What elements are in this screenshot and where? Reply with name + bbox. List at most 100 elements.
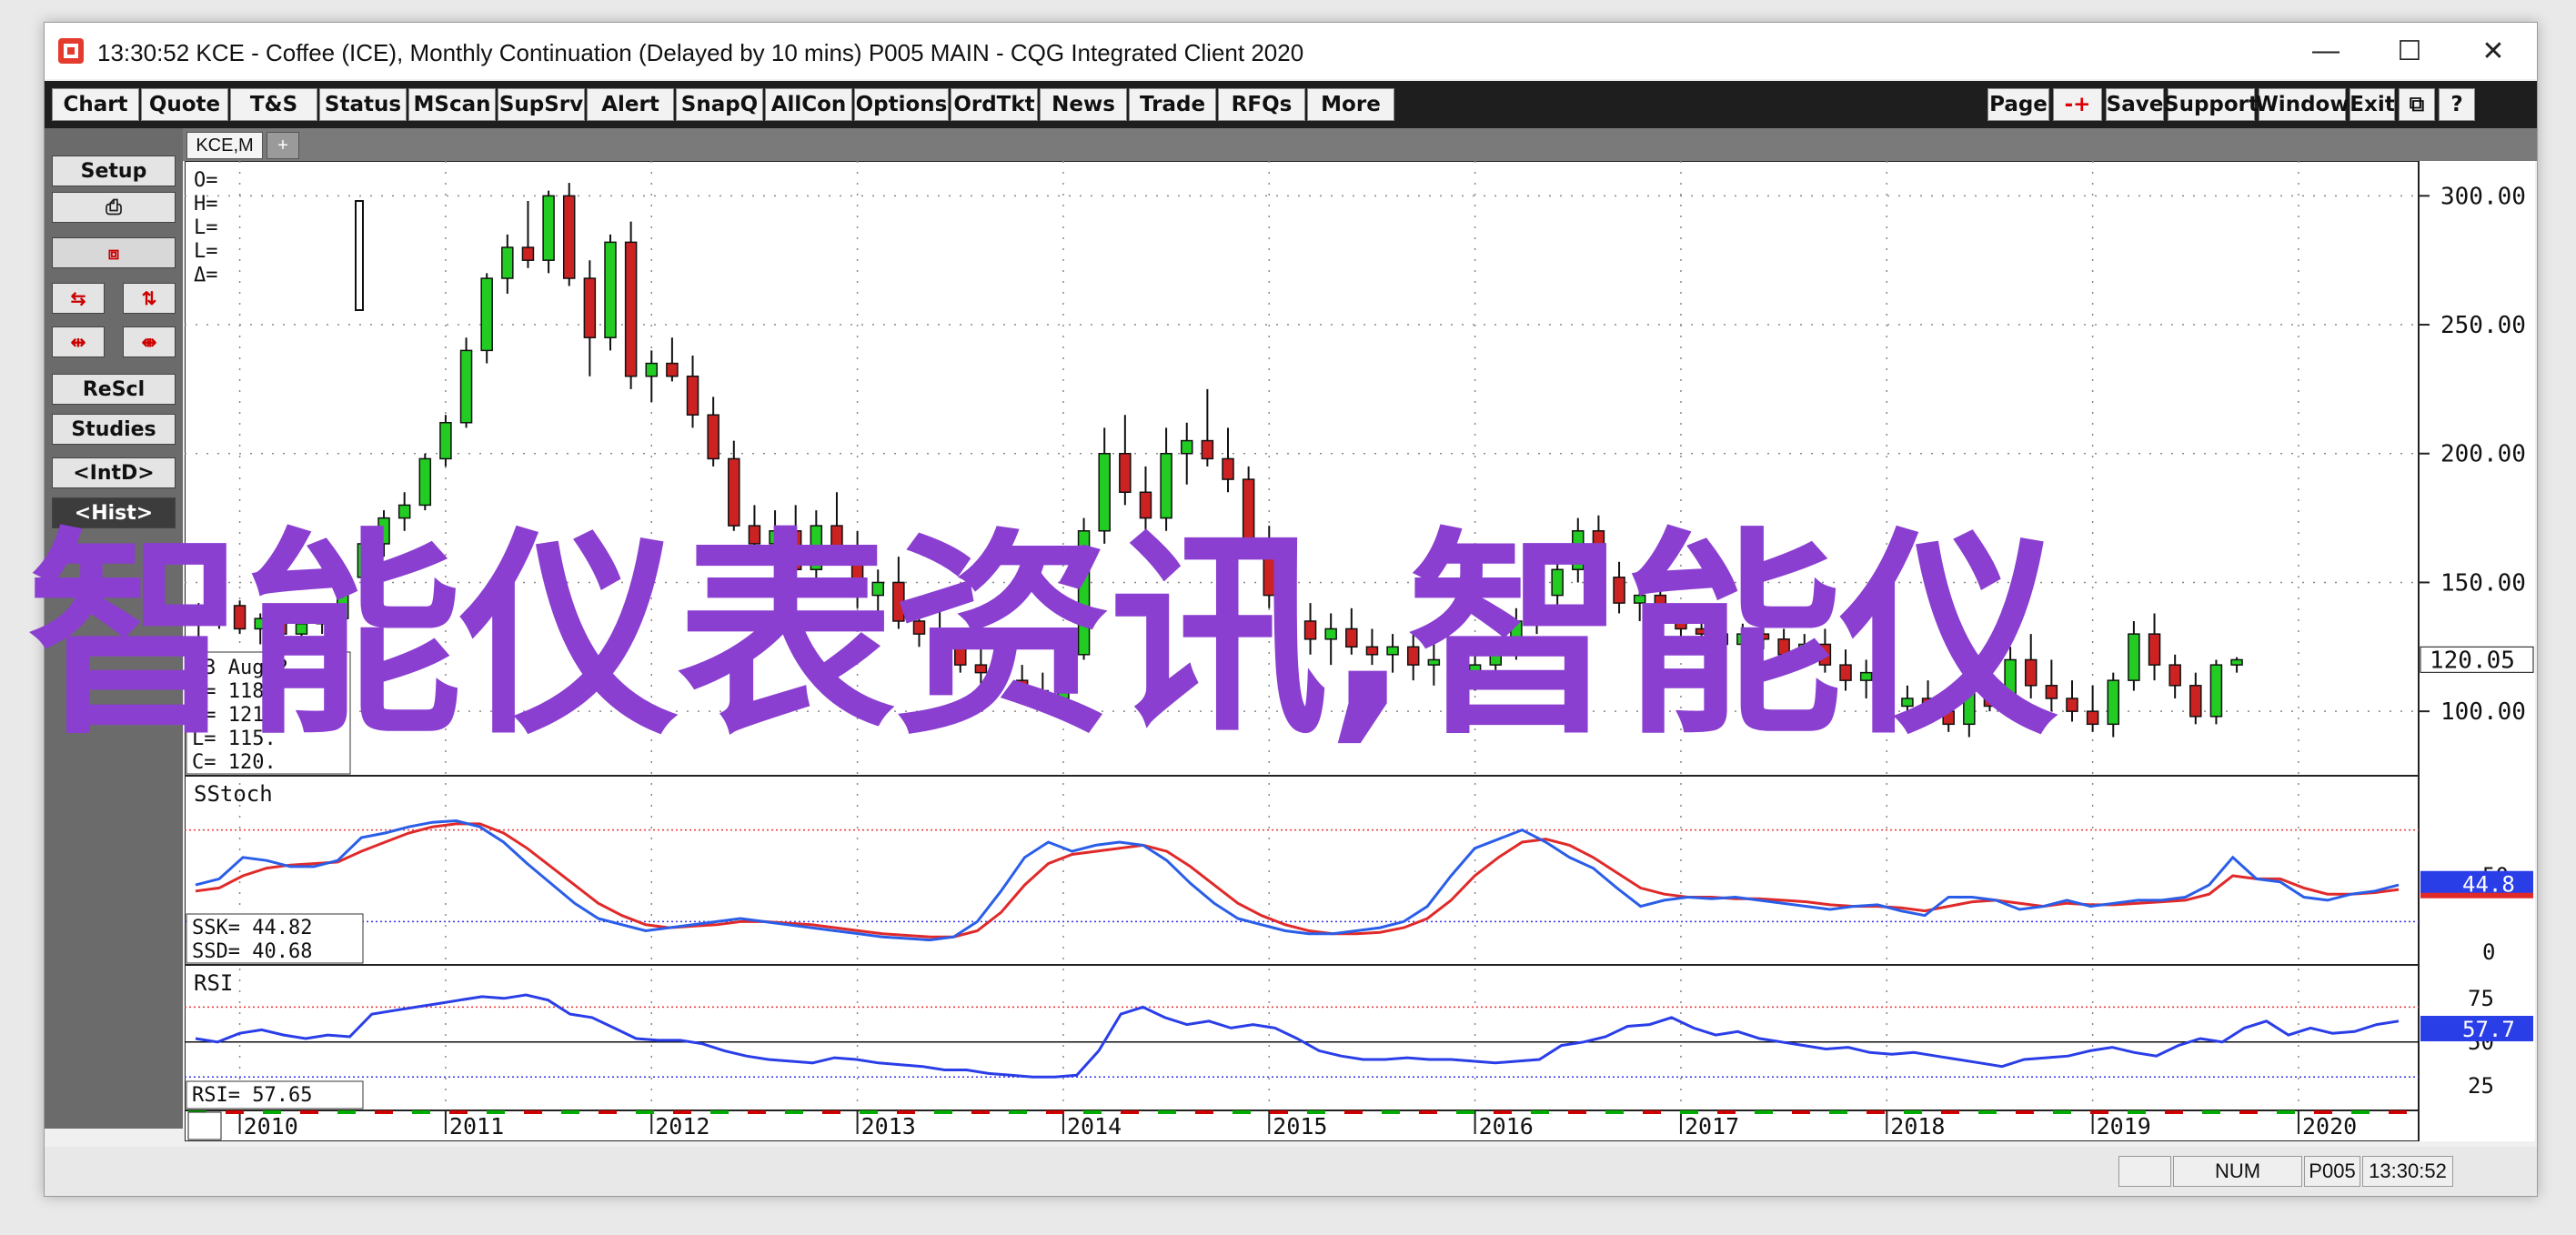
maximize-button[interactable]: ☐ <box>2368 23 2451 79</box>
time-axis-strip <box>1605 1110 1624 1114</box>
time-axis-strip <box>487 1110 505 1114</box>
candle-down[interactable] <box>707 414 719 460</box>
time-axis-strip <box>1456 1110 1474 1114</box>
time-axis-strip <box>412 1110 430 1114</box>
minimize-button[interactable]: — <box>2284 23 2368 79</box>
studies-button[interactable]: Studies <box>52 414 176 445</box>
exit-button[interactable]: Exit <box>2350 88 2395 121</box>
rsi-readout: RSI= 57.65 <box>192 1084 312 1107</box>
candle-up[interactable] <box>542 195 555 261</box>
candle-up[interactable] <box>1180 439 1193 455</box>
year-label: 2013 <box>861 1113 916 1140</box>
add-tab-button[interactable]: + <box>267 132 299 159</box>
menu-alert-button[interactable]: Alert <box>587 88 674 121</box>
candle-down[interactable] <box>624 241 638 377</box>
time-axis-strip <box>1121 1110 1139 1114</box>
time-axis-strip <box>1941 1110 1959 1114</box>
candle-up[interactable] <box>604 241 617 338</box>
candle-down[interactable] <box>666 362 679 377</box>
time-axis-strip <box>934 1110 952 1114</box>
year-label: 2020 <box>2302 1113 2357 1140</box>
candle-down[interactable] <box>583 277 597 338</box>
window-title: 13:30:52 KCE - Coffee (ICE), Monthly Con… <box>97 39 1304 66</box>
time-axis-strip <box>860 1110 878 1114</box>
year-label: 2015 <box>1273 1113 1327 1140</box>
time-axis-strip <box>300 1110 318 1114</box>
year-label: 2019 <box>2097 1113 2151 1140</box>
time-axis-strip <box>337 1110 356 1114</box>
menu-rfqs-button[interactable]: RFQs <box>1218 88 1305 121</box>
help-button[interactable]: ? <box>2439 88 2475 121</box>
menu-mscan-button[interactable]: MScan <box>408 88 496 121</box>
menu-allcon-button[interactable]: AllCon <box>765 88 852 121</box>
time-axis-strip <box>1568 1110 1586 1114</box>
menu-supsrv-button[interactable]: SupSrv <box>498 88 585 121</box>
rescale-button[interactable]: ReScl <box>52 374 176 405</box>
time-axis-strip <box>1195 1110 1213 1114</box>
menu-quote-button[interactable]: Quote <box>141 88 228 121</box>
time-axis-strip <box>636 1110 654 1114</box>
candle-up[interactable] <box>480 277 493 352</box>
time-axis-strip <box>2016 1110 2034 1114</box>
intraday-button[interactable]: <IntD> <box>52 457 176 488</box>
time-axis-strip <box>1009 1110 1027 1114</box>
close-button[interactable]: ✕ <box>2451 23 2535 79</box>
num-lock-indicator: NUM <box>2173 1156 2302 1187</box>
candle-up[interactable] <box>501 246 514 279</box>
save-button[interactable]: Save <box>2106 88 2164 121</box>
time-axis-strip <box>2351 1110 2370 1114</box>
expand-button[interactable]: ⇹ <box>52 326 105 357</box>
restore-window-button[interactable]: ⧉ <box>2399 88 2435 121</box>
tab-kce-m[interactable]: KCE,M <box>186 132 263 159</box>
candle-down[interactable] <box>686 375 699 416</box>
zoom-button[interactable]: -+ <box>2053 88 2102 121</box>
candle-up[interactable] <box>418 457 432 507</box>
stoch-panel[interactable] <box>184 775 2420 966</box>
time-axis-strip <box>1792 1110 1810 1114</box>
menu-more-button[interactable]: More <box>1307 88 1394 121</box>
menu-news-button[interactable]: News <box>1040 88 1127 121</box>
close-icon: ✕ <box>2481 35 2505 66</box>
chart-link-icon: ⧈ <box>107 242 120 264</box>
rsi-panel[interactable] <box>184 964 2420 1111</box>
time-axis-strip <box>1717 1110 1736 1114</box>
print-button[interactable]: ⎙ <box>52 192 176 223</box>
menu-ts-button[interactable]: T&S <box>230 88 317 121</box>
printer-icon: ⎙ <box>106 196 122 219</box>
setup-button[interactable]: Setup <box>52 156 176 186</box>
window-button[interactable]: Window <box>2255 88 2350 121</box>
candle-down[interactable] <box>521 246 535 261</box>
candle-up[interactable] <box>645 362 659 377</box>
time-axis-strip <box>226 1110 244 1114</box>
candle-down[interactable] <box>1119 452 1132 494</box>
menu-snapq-button[interactable]: SnapQ <box>676 88 763 121</box>
year-label: 2012 <box>655 1113 709 1140</box>
compress-button[interactable]: ⇼ <box>123 326 176 357</box>
arrows-expand-icon: ⇹ <box>70 332 86 353</box>
menu-options-button[interactable]: Options <box>854 88 949 121</box>
candle-down[interactable] <box>1222 457 1234 480</box>
rsi-title: RSI <box>194 970 233 996</box>
time-axis-strip <box>1270 1110 1288 1114</box>
support-button[interactable]: Support <box>2164 88 2259 121</box>
candle-up[interactable] <box>439 421 452 460</box>
page-button[interactable]: Page <box>1987 88 2049 121</box>
scroll-left-button[interactable]: ⇆ <box>52 283 105 314</box>
rsi-axis-label: 25 <box>2468 1073 2494 1099</box>
link-button[interactable]: ⧈ <box>52 237 176 268</box>
time-axis-strip <box>2090 1110 2108 1114</box>
candle-down[interactable] <box>562 195 576 279</box>
menu-ordtkt-button[interactable]: OrdTkt <box>951 88 1038 121</box>
time-axis-strip <box>822 1110 840 1114</box>
year-label: 2018 <box>1890 1113 1945 1140</box>
menu-trade-button[interactable]: Trade <box>1129 88 1216 121</box>
swap-button[interactable]: ⇅ <box>123 283 176 314</box>
time-axis-strip <box>1531 1110 1549 1114</box>
candle-up[interactable] <box>459 349 473 424</box>
time-axis-strip <box>2277 1110 2295 1114</box>
candle-down[interactable] <box>1201 439 1214 460</box>
menu-status-button[interactable]: Status <box>319 88 407 121</box>
menu-chart-button[interactable]: Chart <box>52 88 139 121</box>
candle-up[interactable] <box>1160 452 1172 519</box>
app-icon <box>58 38 84 64</box>
